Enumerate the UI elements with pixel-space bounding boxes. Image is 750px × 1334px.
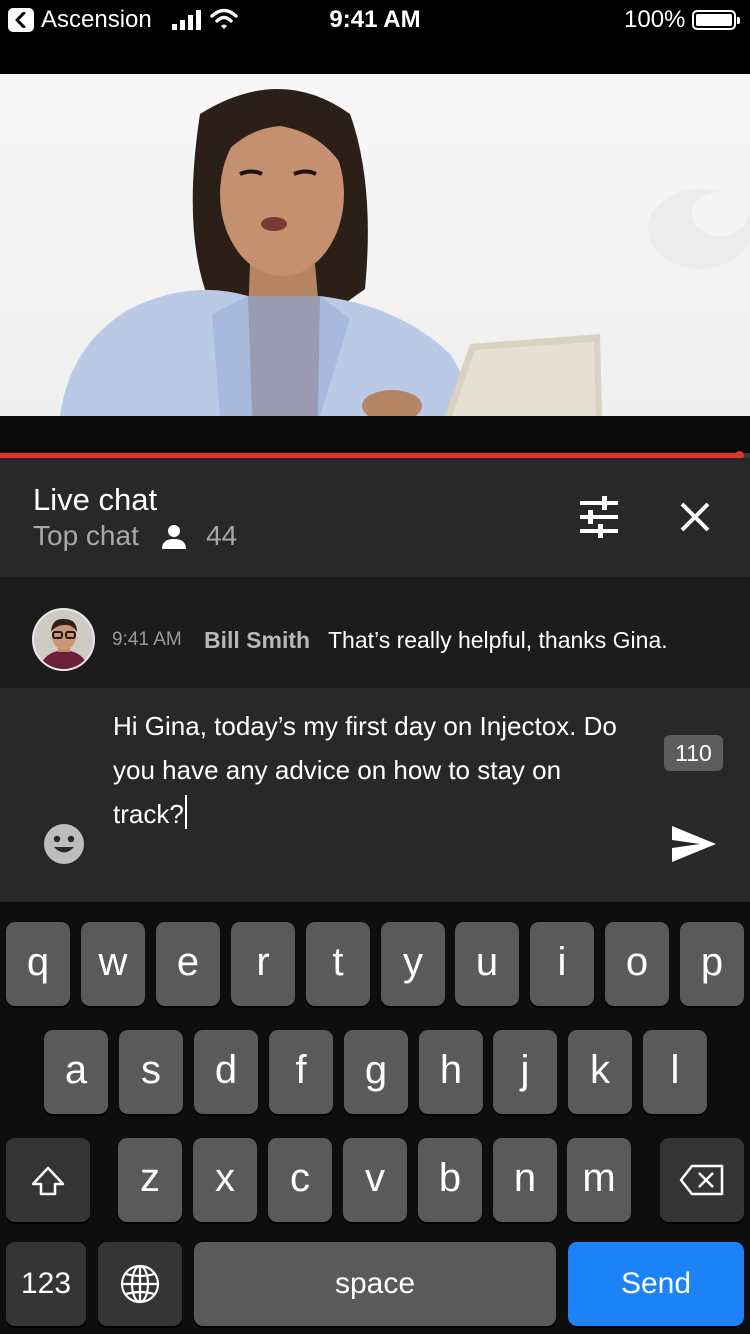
- emoji-icon[interactable]: [44, 824, 84, 864]
- chat-message-input[interactable]: Hi Gina, today’s my first day on Injecto…: [113, 704, 633, 836]
- key-d[interactable]: d: [194, 1030, 258, 1114]
- chat-header: Live chat Top chat 44: [0, 458, 750, 577]
- numbers-key[interactable]: 123: [6, 1242, 86, 1326]
- key-y[interactable]: y: [381, 922, 445, 1006]
- key-p[interactable]: p: [680, 922, 744, 1006]
- key-s[interactable]: s: [119, 1030, 183, 1114]
- character-count-badge: 110: [664, 735, 723, 771]
- backspace-key[interactable]: [660, 1138, 744, 1222]
- backspace-icon: [679, 1164, 724, 1196]
- key-c[interactable]: c: [268, 1138, 332, 1222]
- key-x[interactable]: x: [193, 1138, 257, 1222]
- key-n[interactable]: n: [493, 1138, 557, 1222]
- key-e[interactable]: e: [156, 922, 220, 1006]
- viewer-count: 44: [206, 520, 238, 551]
- key-u[interactable]: u: [455, 922, 519, 1006]
- key-h[interactable]: h: [419, 1030, 483, 1114]
- key-b[interactable]: b: [418, 1138, 482, 1222]
- message-author[interactable]: Bill Smith: [204, 627, 310, 654]
- key-w[interactable]: w: [81, 922, 145, 1006]
- avatar[interactable]: [32, 608, 95, 671]
- globe-key[interactable]: [98, 1242, 182, 1326]
- key-k[interactable]: k: [568, 1030, 632, 1114]
- space-key[interactable]: space: [194, 1242, 556, 1326]
- chat-compose-area: Hi Gina, today’s my first day on Injecto…: [0, 688, 750, 902]
- message-timestamp: 9:41 AM: [112, 629, 182, 650]
- key-f[interactable]: f: [269, 1030, 333, 1114]
- key-v[interactable]: v: [343, 1138, 407, 1222]
- send-icon[interactable]: [670, 824, 718, 864]
- on-screen-keyboard: 123 space Send qwertyuiop asdfghjkl zxcvbn…: [0, 902, 750, 1334]
- key-a[interactable]: a: [44, 1030, 108, 1114]
- key-t[interactable]: t: [306, 922, 370, 1006]
- chat-message-list: 9:41 AM Bill Smith That’s really helpful…: [0, 577, 750, 688]
- battery-icon: [692, 10, 740, 30]
- key-z[interactable]: z: [118, 1138, 182, 1222]
- text-cursor: [184, 795, 187, 829]
- status-bar: Ascension 9:41 AM 100%: [0, 0, 750, 40]
- person-icon: [162, 525, 186, 549]
- shift-icon: [31, 1166, 65, 1196]
- video-letterbox: [0, 416, 750, 453]
- message-text: That’s really helpful, thanks Gina.: [328, 627, 668, 653]
- shift-key[interactable]: [6, 1138, 90, 1222]
- chat-input-text: Hi Gina, today’s my first day on Injecto…: [113, 711, 617, 829]
- key-l[interactable]: l: [643, 1030, 707, 1114]
- video-frame-image: [60, 89, 750, 416]
- send-button[interactable]: Send: [568, 1242, 744, 1326]
- video-player[interactable]: [0, 74, 750, 416]
- key-m[interactable]: m: [567, 1138, 631, 1222]
- battery-percentage: 100%: [624, 6, 686, 33]
- key-g[interactable]: g: [344, 1030, 408, 1114]
- key-j[interactable]: j: [493, 1030, 557, 1114]
- key-r[interactable]: r: [231, 922, 295, 1006]
- key-i[interactable]: i: [530, 922, 594, 1006]
- globe-icon: [120, 1264, 160, 1304]
- sliders-icon[interactable]: [576, 494, 622, 540]
- chat-title: Live chat: [33, 482, 158, 517]
- key-q[interactable]: q: [6, 922, 70, 1006]
- chat-mode-selector[interactable]: Top chat: [33, 520, 139, 552]
- key-o[interactable]: o: [605, 922, 669, 1006]
- close-icon[interactable]: [672, 494, 718, 540]
